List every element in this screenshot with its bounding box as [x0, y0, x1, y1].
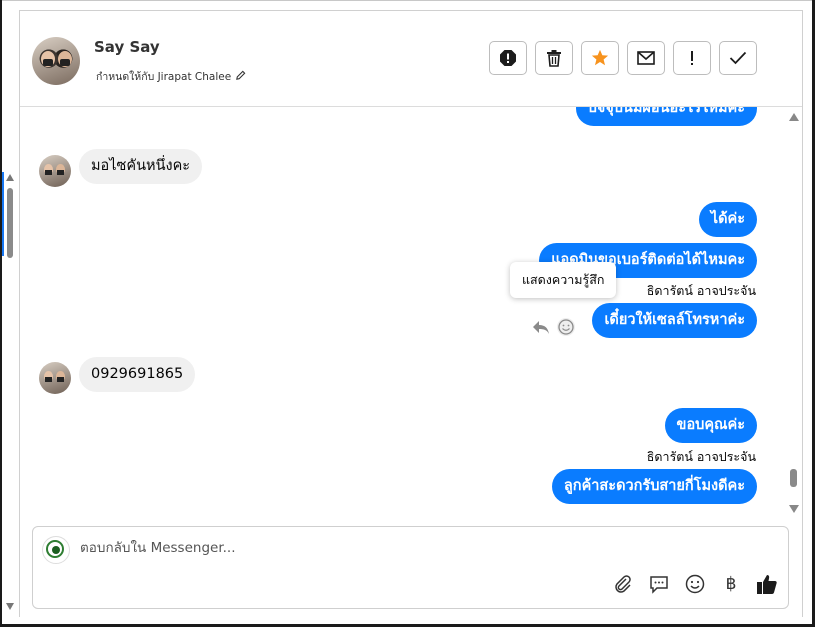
message-outgoing[interactable]: ได้ค่ะ [698, 202, 757, 237]
mark-spam-button[interactable] [489, 41, 527, 75]
conversation-header: Say Say กำหนดให้กับ Jirapat Chalee [20, 11, 802, 107]
conversation-panel: Say Say กำหนดให้กับ Jirapat Chalee ปัจจุ… [19, 10, 803, 617]
message-incoming[interactable]: 0929691865 [79, 357, 196, 392]
octagon-alert-icon [499, 49, 517, 67]
emoji-icon[interactable] [684, 573, 706, 595]
assignee-line[interactable]: กำหนดให้กับ Jirapat Chalee [96, 68, 246, 85]
message-list-scrollbar[interactable] [787, 107, 801, 517]
contact-name[interactable]: Say Say [94, 38, 160, 56]
reply-input[interactable] [80, 540, 580, 556]
mark-unread-button[interactable] [627, 41, 665, 75]
composer-actions: ฿ [612, 573, 778, 595]
check-icon [729, 51, 747, 65]
sender-name: ธิดารัตน์ อาจประจัน [646, 283, 756, 298]
outer-scrollbar[interactable] [2, 170, 18, 620]
mark-done-button[interactable] [719, 41, 757, 75]
delete-button[interactable] [535, 41, 573, 75]
emoji-reaction-icon[interactable] [556, 317, 576, 341]
window-top-edge [0, 0, 815, 1]
message-incoming[interactable]: มอไซคันหนึ่งคะ [79, 149, 203, 184]
page-avatar [42, 536, 70, 564]
star-button[interactable] [581, 41, 619, 75]
flag-important-button[interactable] [673, 41, 711, 75]
reaction-tooltip: แสดงความรู้สึก [510, 262, 617, 298]
thumbs-up-icon[interactable] [756, 573, 778, 595]
scrollbar-thumb[interactable] [790, 469, 797, 487]
scroll-up-arrow-icon[interactable] [6, 174, 14, 181]
scroll-up-arrow-icon[interactable] [789, 113, 799, 121]
focus-indicator [2, 172, 4, 256]
scroll-down-arrow-icon[interactable] [6, 603, 14, 610]
assignee-label: กำหนดให้กับ Jirapat Chalee [96, 71, 232, 83]
reply-composer: ฿ [32, 526, 789, 609]
star-icon [591, 49, 609, 67]
conversation-toolbar [489, 41, 757, 75]
message-list[interactable]: ปัจจุบันมีผ่อนอะไรไหมคะ มอไซคันหนึ่งคะ ไ… [20, 107, 802, 517]
saved-reply-icon[interactable] [648, 573, 670, 595]
scroll-down-arrow-icon[interactable] [789, 505, 799, 513]
pencil-icon[interactable] [235, 70, 246, 84]
message-actions [532, 317, 576, 341]
reply-icon[interactable] [532, 319, 550, 339]
paperclip-icon[interactable] [612, 573, 634, 595]
message-outgoing-partial[interactable]: ปัจจุบันมีผ่อนอะไรไหมคะ [575, 107, 757, 126]
message-outgoing[interactable]: ขอบคุณค่ะ [664, 408, 757, 443]
scrollbar-thumb[interactable] [7, 188, 13, 258]
trash-icon [546, 49, 562, 67]
message-outgoing[interactable]: เดี๋ยวให้เซลล์โทรหาค่ะ [592, 303, 757, 338]
contact-avatar-small[interactable] [39, 155, 71, 187]
contact-avatar-small[interactable] [39, 362, 71, 394]
exclamation-icon [689, 50, 695, 66]
sender-name: ธิดารัตน์ อาจประจัน [646, 449, 756, 464]
envelope-icon [637, 51, 655, 65]
message-outgoing[interactable]: ลูกค้าสะดวกรับสายกี่โมงดีคะ [551, 469, 757, 504]
payment-baht-icon[interactable]: ฿ [720, 573, 742, 595]
contact-avatar[interactable] [32, 37, 80, 85]
